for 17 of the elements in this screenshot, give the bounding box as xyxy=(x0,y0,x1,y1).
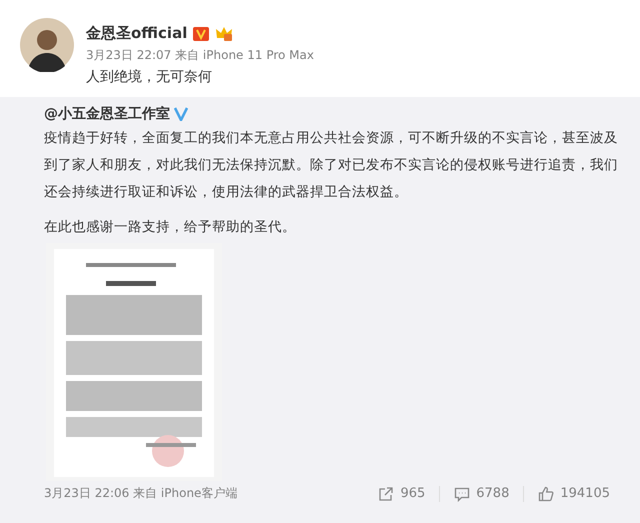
share-icon xyxy=(378,486,394,502)
author-name[interactable]: 金恩圣official xyxy=(86,24,188,43)
verified-badge-icon xyxy=(193,26,210,40)
repost-time: 3月23日 22:06 来自 iPhone客户端 xyxy=(44,485,238,502)
comment-icon xyxy=(454,486,470,502)
avatar[interactable] xyxy=(20,18,74,72)
verified-icon xyxy=(174,107,188,121)
crown-icon xyxy=(215,26,234,42)
share-button[interactable]: 965 xyxy=(364,486,440,502)
repost-author[interactable]: @小五金恩圣工作室 xyxy=(44,105,170,123)
like-button[interactable]: 194105 xyxy=(523,486,624,502)
repost-text: 疫情趋于好转，全面复工的我们本无意占用公共社会资源，可不断升级的不实言论，甚至波及到了家人和朋友，对此我们无法保持沉默。除了对已发布不实言论的侵权账号进行追责，我们还会持续进行取证和诉讼，使用法律的武器捍卫合法权益。 xyxy=(44,129,619,202)
thumbs-up-icon xyxy=(538,486,554,502)
comment-button[interactable]: 6788 xyxy=(439,486,524,502)
post-text: 人到绝境，无可奈何 xyxy=(86,68,213,86)
repost-text: 在此也感谢一路支持，给予帮助的圣代。 xyxy=(44,218,297,237)
post-time: 3月23日 22:07 来自 iPhone 11 Pro Max xyxy=(86,47,314,64)
